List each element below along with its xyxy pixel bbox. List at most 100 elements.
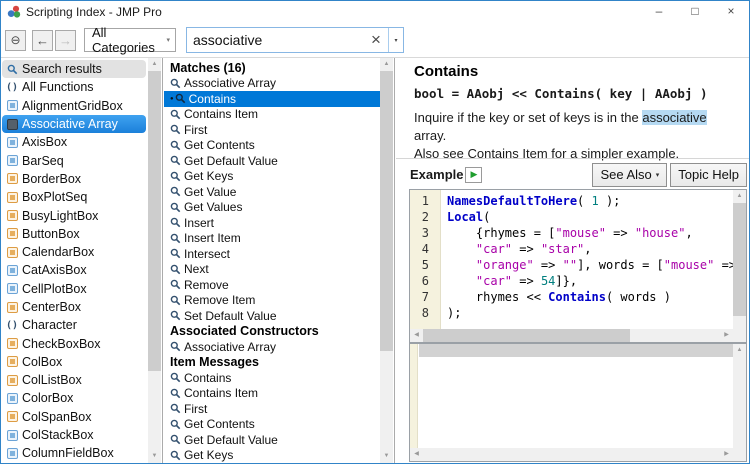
example-code-editor[interactable]: 1NamesDefaultToHere( 1 );2Local(3 {rhyme… (409, 189, 747, 343)
scroll-right-icon[interactable]: ▶ (720, 448, 733, 461)
sidebar-item-label: CheckBoxBox (22, 337, 101, 351)
sidebar-item-cataxisbox[interactable]: CatAxisBox (2, 261, 146, 279)
output-horizontal-scrollbar[interactable]: ◀ ▶ (410, 448, 733, 461)
scroll-down-icon[interactable]: ▼ (148, 450, 161, 463)
sidebar-item-boxplotseq[interactable]: BoxPlotSeq (2, 188, 146, 206)
match-item-contains[interactable]: Contains (170, 370, 380, 386)
output-selection-band (419, 344, 733, 357)
sidebar-item-borderbox[interactable]: BorderBox (2, 170, 146, 188)
output-log-panel[interactable]: ▲ ▼ ◀ ▶ (409, 343, 747, 462)
sidebar-item-axisbox[interactable]: AxisBox (2, 133, 146, 151)
match-item-associative-array[interactable]: Associative Array (170, 339, 380, 355)
code-line-6[interactable]: 6 "car" => 54]}, (410, 273, 733, 289)
scroll-up-icon[interactable]: ▲ (733, 344, 746, 357)
code-line-7[interactable]: 7 rhymes << Contains( words ) (410, 289, 733, 305)
sidebar-item-cellplotbox[interactable]: CellPlotBox (2, 280, 146, 298)
sidebar-item-collistbox[interactable]: ColListBox (2, 371, 146, 389)
scroll-left-icon[interactable]: ◀ (410, 448, 423, 461)
match-item-insert[interactable]: Insert (170, 215, 380, 231)
code-line-8[interactable]: 8); (410, 305, 733, 321)
editor-horizontal-scrollbar[interactable]: ◀ ▶ (410, 329, 733, 342)
match-item-get-contents[interactable]: Get Contents (170, 417, 380, 433)
see-also-button[interactable]: See Also ▾ (592, 163, 667, 187)
editor-vertical-scrollbar[interactable]: ▲ ▼ (733, 190, 746, 342)
match-item-contains-item[interactable]: Contains Item (170, 386, 380, 402)
match-item-insert-item[interactable]: Insert Item (170, 231, 380, 247)
sidebar-item-label: ColBox (22, 355, 62, 369)
match-item-set-default-value[interactable]: Set Default Value (170, 308, 380, 324)
sidebar-item-search-results[interactable]: Search results (2, 60, 146, 78)
scrollbar-thumb[interactable] (380, 71, 393, 351)
match-item-get-default-value[interactable]: Get Default Value (170, 153, 380, 169)
sidebar-item-busylightbox[interactable]: BusyLightBox (2, 206, 146, 224)
match-item-remove-item[interactable]: Remove Item (170, 293, 380, 309)
scroll-up-icon[interactable]: ▲ (148, 58, 161, 71)
collapse-categories-button[interactable]: ⊖ (5, 30, 26, 51)
match-item-label: Get Contents (184, 138, 255, 152)
match-item-remove[interactable]: Remove (170, 277, 380, 293)
code-lines[interactable]: 1NamesDefaultToHere( 1 );2Local(3 {rhyme… (410, 190, 733, 329)
scroll-left-icon[interactable]: ◀ (410, 329, 423, 342)
message-magnifier-icon (170, 186, 182, 197)
sidebar-item-colspanbox[interactable]: ColSpanBox (2, 408, 146, 426)
sidebar-item-columnfieldbox[interactable]: ColumnFieldBox (2, 444, 146, 462)
match-item-get-value[interactable]: Get Value (170, 184, 380, 200)
sidebar-item-all-functions[interactable]: ()All Functions (2, 78, 146, 96)
match-item-first[interactable]: First (170, 122, 380, 138)
category-dropdown[interactable]: All Categories ▾ (84, 28, 176, 52)
match-item-contains-item[interactable]: Contains Item (170, 107, 380, 123)
code-line-4[interactable]: 4 "car" => "star", (410, 241, 733, 257)
match-item-get-values[interactable]: Get Values (170, 200, 380, 216)
output-vertical-scrollbar[interactable]: ▲ ▼ (733, 344, 746, 461)
clear-search-icon[interactable]: × (364, 28, 388, 52)
topic-help-button[interactable]: Topic Help (670, 163, 747, 187)
scroll-right-icon[interactable]: ▶ (720, 329, 733, 342)
match-item-associative-array[interactable]: Associative Array (170, 76, 380, 92)
sidebar-item-checkboxbox[interactable]: CheckBoxBox (2, 334, 146, 352)
sidebar-item-barseq[interactable]: BarSeq (2, 151, 146, 169)
matches-scrollbar[interactable]: ▲ ▼ (380, 58, 393, 463)
scroll-down-icon[interactable]: ▼ (380, 450, 393, 463)
scrollbar-thumb[interactable] (733, 203, 746, 316)
code-line-1[interactable]: 1NamesDefaultToHere( 1 ); (410, 193, 733, 209)
back-button[interactable]: ← (32, 30, 53, 51)
sidebar-item-associative-array[interactable]: Associative Array (2, 115, 146, 133)
sidebar-item-colorbox[interactable]: ColorBox (2, 389, 146, 407)
maximize-button[interactable]: □ (677, 1, 713, 23)
match-item-get-keys[interactable]: Get Keys (170, 448, 380, 464)
sidebar-item-centerbox[interactable]: CenterBox (2, 298, 146, 316)
sidebar-item-label: BoxPlotSeq (22, 190, 87, 204)
match-item-get-default-value[interactable]: Get Default Value (170, 432, 380, 448)
match-item-get-contents[interactable]: Get Contents (170, 138, 380, 154)
run-script-button[interactable]: ▶ (465, 167, 482, 183)
recent-item-dot-icon: ● (170, 96, 174, 102)
matches-panel: Matches (16)Associative Array●ContainsCo… (164, 58, 393, 463)
search-input[interactable]: associative (187, 32, 364, 48)
scroll-up-icon[interactable]: ▲ (380, 58, 393, 71)
code-line-5[interactable]: 5 "orange" => ""], words = ["mouse" => (410, 257, 733, 273)
sidebar-item-calendarbox[interactable]: CalendarBox (2, 243, 146, 261)
code-line-3[interactable]: 3 {rhymes = ["mouse" => "house", (410, 225, 733, 241)
scroll-up-icon[interactable]: ▲ (733, 190, 746, 203)
match-item-get-keys[interactable]: Get Keys (170, 169, 380, 185)
match-item-first[interactable]: First (170, 401, 380, 417)
code-text: Local( (435, 209, 490, 225)
sidebar-item-buttonbox[interactable]: ButtonBox (2, 225, 146, 243)
match-item-next[interactable]: Next (170, 262, 380, 278)
close-button[interactable]: × (713, 1, 749, 23)
message-magnifier-icon (170, 140, 182, 151)
sidebar-scrollbar[interactable]: ▲ ▼ (148, 58, 161, 463)
sidebar-item-colstackbox[interactable]: ColStackBox (2, 426, 146, 444)
scrollbar-thumb[interactable] (423, 329, 630, 342)
code-line-2[interactable]: 2Local( (410, 209, 733, 225)
match-item-contains[interactable]: ●Contains (164, 91, 380, 107)
sidebar-item-alignmentgridbox[interactable]: AlignmentGridBox (2, 97, 146, 115)
match-item-intersect[interactable]: Intersect (170, 246, 380, 262)
sidebar-item-label: BarSeq (22, 154, 64, 168)
forward-button[interactable]: → (55, 30, 76, 51)
sidebar-item-colbox[interactable]: ColBox (2, 353, 146, 371)
scrollbar-thumb[interactable] (148, 71, 161, 371)
sidebar-item-character[interactable]: ()Character (2, 316, 146, 334)
search-history-dropdown[interactable]: ▾ (388, 28, 403, 52)
minimize-button[interactable]: – (641, 1, 677, 23)
